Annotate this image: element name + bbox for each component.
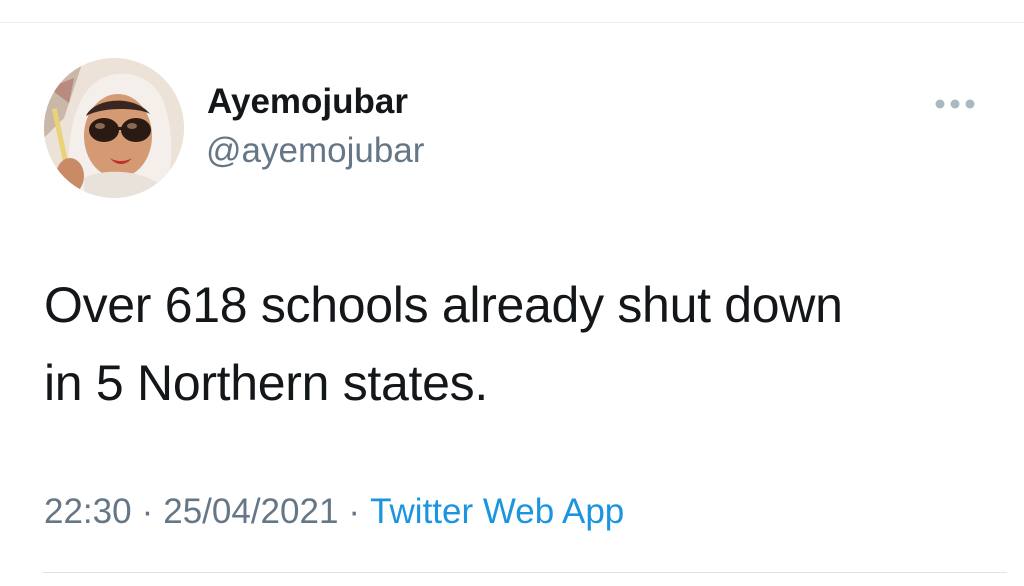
separator-dot: ·	[141, 492, 154, 531]
profile-photo-icon	[44, 58, 184, 198]
top-divider	[0, 22, 1024, 23]
tweet-metadata: 22:30 · 25/04/2021 · Twitter Web App	[44, 492, 624, 532]
user-handle[interactable]: @ayemojubar	[206, 131, 424, 171]
avatar[interactable]	[44, 58, 184, 198]
tweet-card: Ayemojubar @ayemojubar Over 618 schools …	[0, 0, 1024, 586]
tweet-text: Over 618 schools already shut down in 5 …	[44, 266, 994, 422]
tweet-source-link[interactable]: Twitter Web App	[370, 492, 624, 531]
bottom-divider	[42, 572, 1007, 573]
separator-dot: ·	[348, 492, 361, 531]
display-name[interactable]: Ayemojubar	[207, 82, 408, 122]
tweet-text-line: in 5 Northern states.	[44, 355, 488, 411]
tweet-time[interactable]: 22:30	[44, 492, 132, 531]
more-options-button[interactable]	[932, 94, 978, 114]
tweet-date[interactable]: 25/04/2021	[163, 492, 338, 531]
tweet-text-line: Over 618 schools already shut down	[44, 277, 843, 333]
ellipsis-icon	[935, 99, 975, 109]
